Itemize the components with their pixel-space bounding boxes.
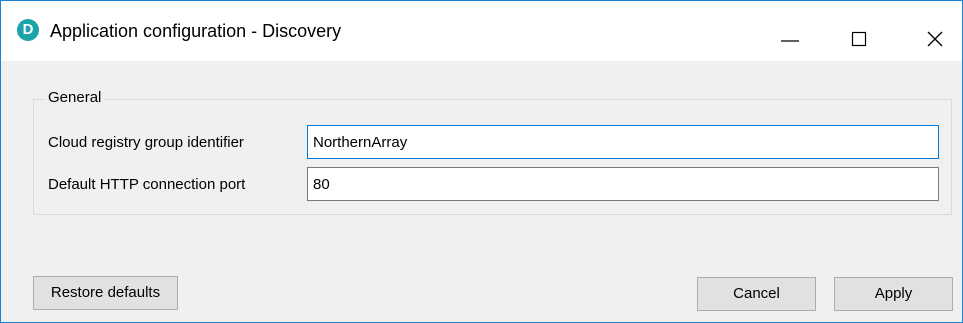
title-bar[interactable]: D Application configuration - Discovery (1, 1, 962, 61)
apply-button[interactable]: Apply (834, 277, 953, 311)
minimize-button[interactable] (764, 1, 810, 61)
maximize-button[interactable] (836, 1, 882, 61)
minimize-icon (781, 40, 799, 42)
cloud-registry-group-label: Cloud registry group identifier (48, 134, 244, 151)
restore-defaults-button[interactable]: Restore defaults (33, 276, 178, 310)
configuration-dialog: D Application configuration - Discovery … (0, 0, 963, 323)
http-port-input[interactable] (307, 167, 939, 201)
app-logo-icon: D (17, 19, 39, 41)
close-button[interactable] (913, 1, 959, 61)
cloud-registry-group-input[interactable] (307, 125, 939, 159)
cancel-button[interactable]: Cancel (697, 277, 816, 311)
groupbox-title: General (45, 89, 105, 107)
maximize-icon (851, 31, 867, 47)
close-icon (927, 31, 943, 47)
http-port-label: Default HTTP connection port (48, 176, 246, 193)
window-title: Application configuration - Discovery (50, 21, 342, 41)
